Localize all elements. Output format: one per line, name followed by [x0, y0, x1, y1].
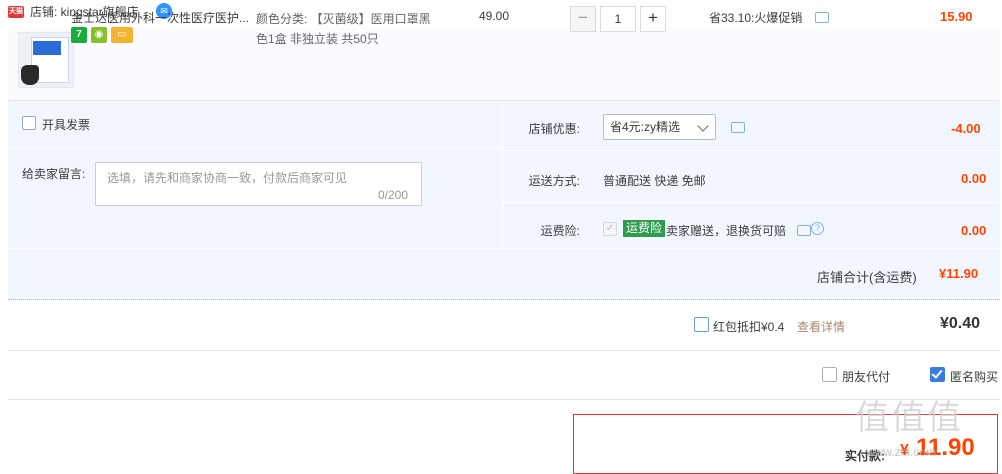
red-packet-label[interactable]: 红包抵扣¥0.4 — [713, 318, 784, 335]
red-packet-details-link[interactable]: 查看详情 — [797, 318, 845, 335]
shipping-fee: 0.00 — [961, 171, 987, 186]
seller-message-label: 给卖家留言: — [22, 167, 86, 181]
divider — [8, 147, 502, 148]
watermark-site: www.zhi.com — [866, 445, 937, 459]
shipping-method-label: 运送方式: — [528, 174, 580, 188]
order-item-row — [8, 28, 1000, 101]
shipping-insurance-checkbox: ✓ — [603, 222, 617, 236]
help-icon[interactable]: ? — [811, 222, 824, 235]
shop-coupon-selected: 省4元:zy精选 — [610, 120, 681, 134]
credit-card-icon: ▭ — [111, 27, 133, 43]
invoice-label[interactable]: 开具发票 — [42, 116, 90, 133]
anonymous-purchase-checkbox[interactable] — [930, 367, 945, 382]
red-packet-value: ¥0.40 — [940, 315, 981, 332]
seller-message-char-count: 0/200 — [378, 188, 409, 202]
divider — [503, 202, 1000, 203]
product-title[interactable]: 金士达医用外科一次性医疗医护... — [71, 9, 253, 26]
insurance-chat-icon[interactable] — [797, 225, 811, 236]
quantity-decrease-button[interactable]: − — [570, 6, 596, 32]
divider — [503, 150, 1000, 151]
divider — [502, 101, 503, 248]
friend-pay-label[interactable]: 朋友代付 — [842, 368, 890, 385]
shop-coupon-select[interactable]: 省4元:zy精选 — [603, 114, 716, 140]
quantity-stepper: − 1 + — [570, 6, 666, 32]
tmall-badge: 天猫 — [8, 6, 24, 18]
seller-message-placeholder: 选填，请先和商家协商一致，付款后商家可见 — [107, 171, 348, 185]
divider — [8, 399, 1000, 400]
invoice-checkbox[interactable] — [22, 116, 36, 130]
service-badges: 7 ◉ ▭ — [71, 27, 133, 43]
product-thumbnail[interactable] — [18, 32, 74, 88]
shipping-insurance-tag: 运费险 — [623, 220, 666, 237]
chevron-down-icon — [697, 120, 709, 132]
divider — [8, 350, 1000, 351]
shipping-insurance-desc: 卖家赠送，退换货可赔 — [666, 224, 787, 238]
friend-pay-checkbox[interactable] — [822, 367, 837, 382]
sku-line-2: 色1盒 非独立装 共50只 — [256, 32, 379, 46]
shipping-insurance-fee: 0.00 — [961, 223, 987, 238]
shop-coupon-label: 店铺优惠: — [528, 122, 580, 136]
anonymous-purchase-label[interactable]: 匿名购买 — [950, 368, 998, 385]
shipping-method-value: 普通配送 快递 免邮 — [603, 174, 706, 188]
seven-day-return-icon: 7 — [71, 27, 87, 43]
item-subtotal: 15.90 — [940, 9, 973, 24]
promotion-text: 省33.10:火爆促销 — [709, 11, 803, 25]
quantity-input[interactable]: 1 — [600, 6, 636, 32]
guarantee-icon: ◉ — [91, 27, 107, 43]
red-packet-checkbox[interactable] — [694, 317, 709, 332]
promotion-info-icon[interactable] — [815, 12, 829, 23]
unit-price: 49.00 — [479, 9, 510, 23]
coupon-info-icon[interactable] — [731, 122, 745, 133]
shop-total-value: ¥11.90 — [939, 266, 979, 281]
product-sku: 颜色分类: 【灭菌级】医用口罩黑 色1盒 非独立装 共50只 — [256, 9, 456, 49]
watermark-logo: 值值值 — [855, 398, 963, 438]
shipping-insurance-label: 运费险: — [540, 224, 580, 238]
shop-total-label: 店铺合计(含运费) — [817, 270, 917, 285]
sku-line-1: 颜色分类: 【灭菌级】医用口罩黑 — [256, 12, 431, 26]
quantity-increase-button[interactable]: + — [640, 6, 666, 32]
shop-coupon-amount: -4.00 — [951, 121, 981, 136]
